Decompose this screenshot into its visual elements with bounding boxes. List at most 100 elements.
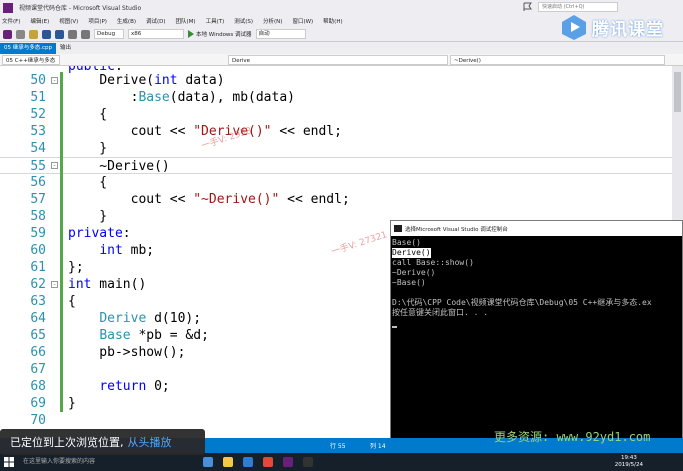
menu-item[interactable]: 帮助(H) xyxy=(323,17,342,25)
line-number: 59 xyxy=(30,226,46,241)
save-all-icon[interactable] xyxy=(55,29,64,39)
code-token: } xyxy=(68,209,108,224)
console-output: Base() Derive() call Base::show() ~Derive()… xyxy=(391,236,682,330)
browser-icon[interactable] xyxy=(243,457,253,467)
code-text: { xyxy=(68,106,107,123)
task-view-icon[interactable] xyxy=(203,457,213,467)
console-line: ~Derive() xyxy=(392,268,436,277)
code-text: :Base(data), mb(data) xyxy=(68,89,295,106)
code-token: cout << xyxy=(68,124,194,139)
line-number: 62 xyxy=(30,277,46,292)
toast-message: 已定位到上次浏览位置, xyxy=(10,436,124,449)
clock-date: 2019/5/24 xyxy=(614,462,643,468)
code-line[interactable]: 51 :Base(data), mb(data) xyxy=(0,89,672,106)
member-dropdown[interactable]: ~Derive() xyxy=(450,54,665,65)
more-resources-watermark: 更多资源: www.92yd1.com xyxy=(494,430,651,444)
debug-console-window[interactable]: 选择Microsoft Visual Studio 调试控制台 Base() De… xyxy=(390,220,683,450)
code-token: ~Derive() xyxy=(68,159,170,174)
console-line: D:\代码\CPP Code\视频课堂代码仓库\Debug\05 C++继承与多… xyxy=(392,298,652,307)
code-token: { xyxy=(68,107,108,122)
menu-item[interactable]: 生成(B) xyxy=(117,17,136,25)
console-taskbar-icon[interactable] xyxy=(303,457,313,467)
platform-select[interactable]: x86 xyxy=(128,29,184,39)
code-token: { xyxy=(68,294,76,309)
console-line: ~Base() xyxy=(392,278,426,287)
tencent-classroom-logo: 腾讯课堂 xyxy=(560,10,683,44)
line-number: 69 xyxy=(30,396,46,411)
play-from-start-link[interactable]: 从头播放 xyxy=(128,434,172,450)
code-text: Derive d(10); xyxy=(68,310,201,327)
menu-item[interactable]: 团队(M) xyxy=(176,17,196,25)
code-line[interactable]: 57 cout << "~Derive()" << endl; xyxy=(0,191,672,208)
code-line[interactable]: 50 Derive(int data) xyxy=(0,72,672,89)
code-line[interactable]: 52 { xyxy=(0,106,672,123)
navigate-forward-icon[interactable] xyxy=(16,29,25,39)
menu-item[interactable]: 工具(T) xyxy=(206,17,225,25)
code-text: pb->show(); xyxy=(68,344,185,361)
code-token: Derive xyxy=(99,311,147,326)
line-number: 63 xyxy=(30,294,46,309)
code-token: { xyxy=(68,175,108,190)
tab-output[interactable]: 输出 xyxy=(56,43,75,54)
redo-icon[interactable] xyxy=(81,29,90,39)
app-icon[interactable] xyxy=(263,457,273,467)
navigate-back-icon[interactable] xyxy=(3,29,12,39)
menu-item[interactable]: 分析(N) xyxy=(263,17,282,25)
open-file-icon[interactable] xyxy=(29,29,38,39)
line-number: 68 xyxy=(30,379,46,394)
code-text: { xyxy=(68,293,76,310)
save-icon[interactable] xyxy=(42,29,51,39)
menu-item[interactable]: 编辑(E) xyxy=(30,17,49,25)
code-token: << endl; xyxy=(271,124,342,139)
fold-toggle-icon[interactable]: - xyxy=(51,162,58,169)
scope-dropdown[interactable]: Derive xyxy=(228,54,448,65)
configuration-select[interactable]: Debug xyxy=(94,29,124,39)
document-tabs: 05 继承与多态.cpp 输出 xyxy=(0,42,683,54)
line-number: 64 xyxy=(30,311,46,326)
menu-item[interactable]: 文件(F) xyxy=(2,17,20,25)
menu-item[interactable]: 测试(S) xyxy=(234,17,253,25)
line-number: 51 xyxy=(30,90,46,105)
menu-item[interactable]: 调试(D) xyxy=(146,17,166,25)
menu-item[interactable]: 项目(P) xyxy=(88,17,107,25)
line-number: 54 xyxy=(30,141,46,156)
code-token: cout << xyxy=(68,192,194,207)
line-number: 55 xyxy=(30,159,46,174)
code-line[interactable]: 55 ~Derive() xyxy=(0,157,672,174)
code-text: private: xyxy=(68,225,131,242)
menu-item[interactable]: 窗口(W) xyxy=(292,17,313,25)
run-mode-select[interactable]: 自动 xyxy=(255,29,306,39)
code-token: int xyxy=(154,73,178,88)
code-text: return 0; xyxy=(68,378,170,395)
line-number: 67 xyxy=(30,362,46,377)
console-icon xyxy=(394,225,402,232)
code-token: }; xyxy=(68,260,84,275)
undo-icon[interactable] xyxy=(68,29,77,39)
scrollbar-thumb[interactable] xyxy=(674,72,681,112)
code-token: pb->show(); xyxy=(68,345,186,360)
notification-flag-icon[interactable] xyxy=(520,2,536,12)
tab-source-file[interactable]: 05 继承与多态.cpp xyxy=(0,43,57,54)
system-clock[interactable]: 19:43 2019/5/24 xyxy=(615,455,643,469)
code-line[interactable]: 56 { xyxy=(0,174,672,191)
code-token: int xyxy=(99,243,123,258)
windows-start-icon[interactable] xyxy=(3,456,15,468)
file-explorer-icon[interactable] xyxy=(223,457,233,467)
fold-toggle-icon[interactable]: - xyxy=(51,281,58,288)
taskbar-search-input[interactable]: 在这里输入你要搜索的内容 xyxy=(23,456,133,468)
fold-toggle-icon[interactable]: - xyxy=(51,77,58,84)
code-token: int xyxy=(68,277,92,292)
resume-position-toast: 已定位到上次浏览位置, 从头播放 xyxy=(0,429,205,455)
visual-studio-taskbar-icon[interactable] xyxy=(283,457,293,467)
line-number: 52 xyxy=(30,107,46,122)
line-number: 57 xyxy=(30,192,46,207)
menu-item[interactable]: 视图(V) xyxy=(59,17,78,25)
code-line[interactable]: 53 cout << "Derive()" << endl; xyxy=(0,123,672,140)
code-token: 0; xyxy=(146,379,170,394)
code-token: data) xyxy=(177,73,225,88)
code-line[interactable]: 54 } xyxy=(0,140,672,157)
project-dropdown[interactable]: 05 C++继承与多态 xyxy=(2,54,60,65)
start-debugging-button[interactable]: 本地 Windows 调试器 xyxy=(188,30,252,38)
